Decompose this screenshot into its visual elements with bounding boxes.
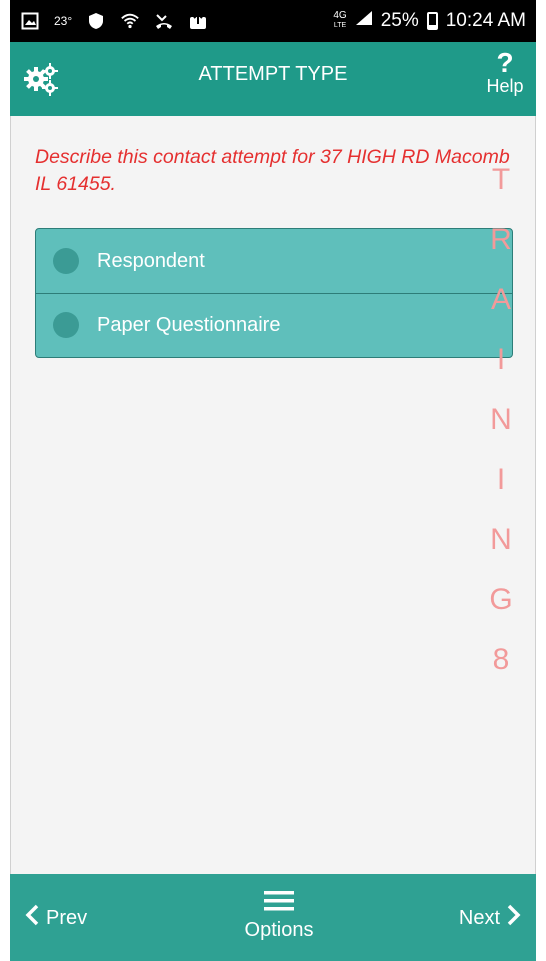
- page-title: ATTEMPT TYPE: [198, 63, 348, 85]
- question-mark-icon: ?: [496, 47, 514, 78]
- choice-label: Paper Questionnaire: [97, 313, 281, 336]
- temperature-text: 23°: [54, 14, 73, 28]
- watermark-letter: A: [490, 283, 511, 316]
- radio-button[interactable]: [53, 248, 79, 274]
- next-label: Next: [458, 906, 500, 929]
- watermark-letter: 8: [492, 643, 510, 676]
- menu-icon: [264, 891, 294, 916]
- battery-percent: 25%: [380, 10, 419, 31]
- network-type: 4G: [333, 10, 347, 21]
- options-label: Options: [244, 919, 314, 941]
- signal-icon: [355, 10, 373, 32]
- clock: 10:24 AM: [445, 10, 526, 31]
- chevron-left-icon: [24, 904, 40, 932]
- choice-list: Respondent Paper Questionnaire: [35, 228, 513, 358]
- training-watermark: T R A I N I N G 8: [481, 150, 521, 690]
- shield-icon: [86, 11, 106, 31]
- app-frame: 23° 4G LTE 25% 10:24 AM ATTEMPT TYPE ? H…: [0, 0, 546, 961]
- wifi-icon: [120, 11, 140, 31]
- options-button[interactable]: Options: [236, 890, 322, 941]
- choice-respondent[interactable]: Respondent: [36, 229, 512, 294]
- help-label: Help: [486, 76, 524, 96]
- watermark-letter: I: [496, 343, 506, 376]
- choice-paper-questionnaire[interactable]: Paper Questionnaire: [36, 293, 512, 357]
- question-prompt: Describe this contact attempt for 37 HIG…: [35, 146, 510, 195]
- status-bar: 23° 4G LTE 25% 10:24 AM: [10, 0, 536, 42]
- watermark-letter: R: [490, 223, 512, 256]
- upload-icon: [188, 11, 208, 31]
- question-panel: Describe this contact attempt for 37 HIG…: [10, 116, 536, 874]
- watermark-letter: I: [496, 463, 506, 496]
- watermark-letter: N: [490, 403, 512, 436]
- bottom-nav: Prev Options Next: [10, 874, 536, 961]
- radio-button[interactable]: [53, 312, 79, 338]
- missed-call-icon: [154, 11, 174, 31]
- watermark-letter: N: [490, 523, 512, 556]
- next-button[interactable]: Next: [459, 904, 522, 932]
- status-left: 23°: [20, 0, 208, 42]
- watermark-letter: G: [489, 583, 513, 616]
- battery-icon: [426, 12, 438, 30]
- status-right: 4G LTE 25% 10:24 AM: [333, 0, 526, 42]
- choice-label: Respondent: [97, 249, 205, 272]
- chevron-right-icon: [506, 904, 522, 932]
- network-indicator: 4G LTE: [333, 11, 346, 31]
- gallery-icon: [20, 11, 40, 31]
- help-button[interactable]: ? Help: [480, 47, 530, 97]
- prev-label: Prev: [46, 906, 88, 929]
- app-header: ATTEMPT TYPE ? Help: [10, 42, 536, 116]
- prev-button[interactable]: Prev: [24, 904, 87, 932]
- network-sub: LTE: [333, 22, 347, 29]
- watermark-letter: T: [491, 163, 511, 196]
